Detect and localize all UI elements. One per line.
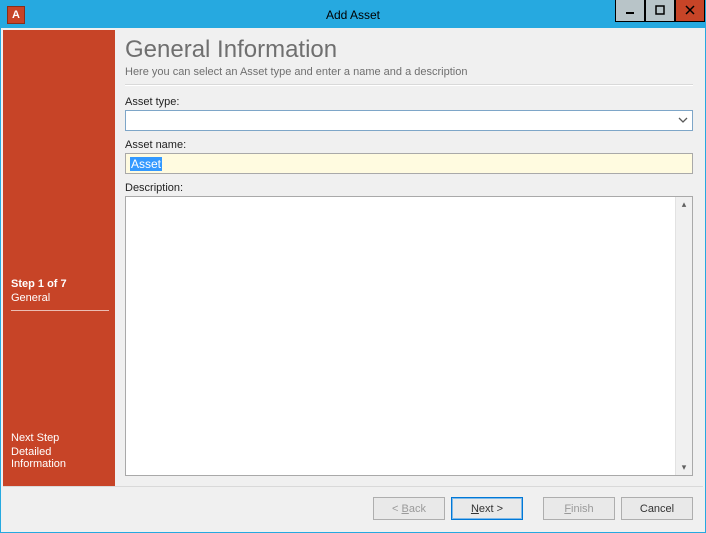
description-input[interactable]: ▴ ▾ bbox=[125, 196, 693, 476]
step-counter: Step 1 of 7 bbox=[11, 278, 109, 290]
description-label: Description: bbox=[125, 182, 693, 194]
current-step-name: General bbox=[11, 292, 109, 304]
titlebar: A Add Asset bbox=[1, 1, 705, 28]
asset-type-row: Asset type: bbox=[125, 96, 693, 131]
next-step-name: Detailed Information bbox=[11, 446, 109, 470]
sidebar-divider bbox=[11, 310, 109, 311]
minimize-button[interactable] bbox=[615, 0, 645, 22]
minimize-icon bbox=[625, 5, 635, 15]
back-button[interactable]: < Back bbox=[373, 497, 445, 520]
header-divider bbox=[125, 84, 693, 86]
maximize-icon bbox=[655, 5, 665, 15]
wizard-sidebar: Step 1 of 7 General Next Step Detailed I… bbox=[3, 30, 115, 486]
asset-type-label: Asset type: bbox=[125, 96, 693, 108]
current-step-block: Step 1 of 7 General bbox=[11, 278, 109, 311]
asset-name-input[interactable]: Asset bbox=[125, 153, 693, 174]
body: Step 1 of 7 General Next Step Detailed I… bbox=[3, 30, 703, 486]
client-area: Step 1 of 7 General Next Step Detailed I… bbox=[1, 28, 705, 532]
asset-name-label: Asset name: bbox=[125, 139, 693, 151]
app-icon: A bbox=[7, 6, 25, 24]
description-row: Description: ▴ ▾ bbox=[125, 182, 693, 476]
asset-name-row: Asset name: Asset bbox=[125, 139, 693, 174]
vertical-scrollbar[interactable]: ▴ ▾ bbox=[675, 197, 692, 475]
page-subtitle: Here you can select an Asset type and en… bbox=[125, 66, 693, 78]
app-icon-letter: A bbox=[12, 9, 20, 21]
header-block: General Information Here you can select … bbox=[125, 30, 693, 96]
scroll-down-icon: ▾ bbox=[682, 462, 687, 473]
asset-type-select[interactable] bbox=[125, 110, 693, 131]
chevron-down-icon bbox=[678, 115, 688, 126]
main-panel: General Information Here you can select … bbox=[115, 30, 703, 486]
next-step-block: Next Step Detailed Information bbox=[11, 432, 109, 470]
maximize-button[interactable] bbox=[645, 0, 675, 22]
wizard-footer: < Back Next > Finish Cancel bbox=[3, 486, 703, 530]
form: Asset type: Asset name: Asset bbox=[125, 96, 693, 486]
close-icon bbox=[685, 5, 695, 15]
finish-button[interactable]: Finish bbox=[543, 497, 615, 520]
description-text bbox=[126, 197, 675, 475]
next-button[interactable]: Next > bbox=[451, 497, 523, 520]
cancel-button[interactable]: Cancel bbox=[621, 497, 693, 520]
asset-name-value: Asset bbox=[130, 157, 162, 171]
next-step-label: Next Step bbox=[11, 432, 109, 444]
window-title: Add Asset bbox=[1, 8, 705, 22]
scroll-up-icon: ▴ bbox=[682, 199, 687, 210]
close-button[interactable] bbox=[675, 0, 705, 22]
window-controls bbox=[615, 0, 705, 22]
page-title: General Information bbox=[125, 36, 693, 64]
wizard-window: A Add Asset Step 1 of 7 General bbox=[0, 0, 706, 533]
